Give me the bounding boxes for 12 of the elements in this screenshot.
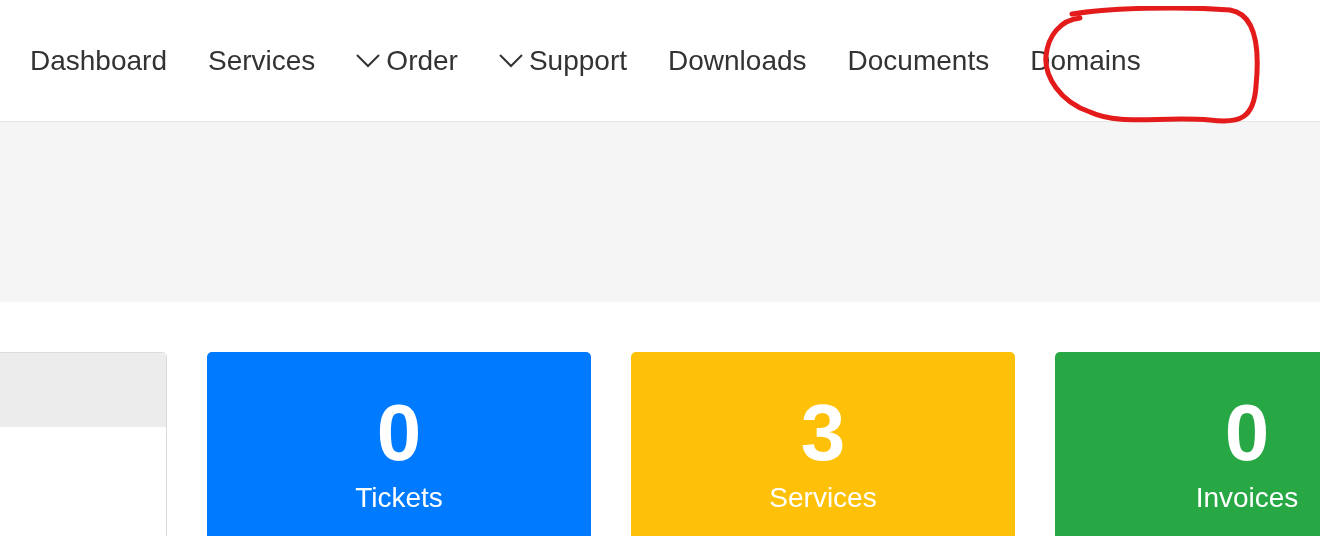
nav-link[interactable]: Downloads (668, 39, 807, 82)
stat-count: 0 (1224, 388, 1270, 478)
nav-link[interactable]: Dashboard (30, 39, 167, 82)
stat-count: 3 (800, 388, 846, 478)
stat-count: 0 (376, 388, 422, 478)
nav-link[interactable]: Documents (847, 39, 990, 82)
nav-link[interactable]: Support (498, 39, 627, 82)
nav-link[interactable]: Order (356, 39, 458, 82)
stat-label: Tickets (355, 481, 443, 515)
nav-link[interactable]: Services (208, 39, 316, 82)
stat-label: Invoices (1195, 481, 1299, 515)
stat-label: Services (769, 481, 877, 515)
